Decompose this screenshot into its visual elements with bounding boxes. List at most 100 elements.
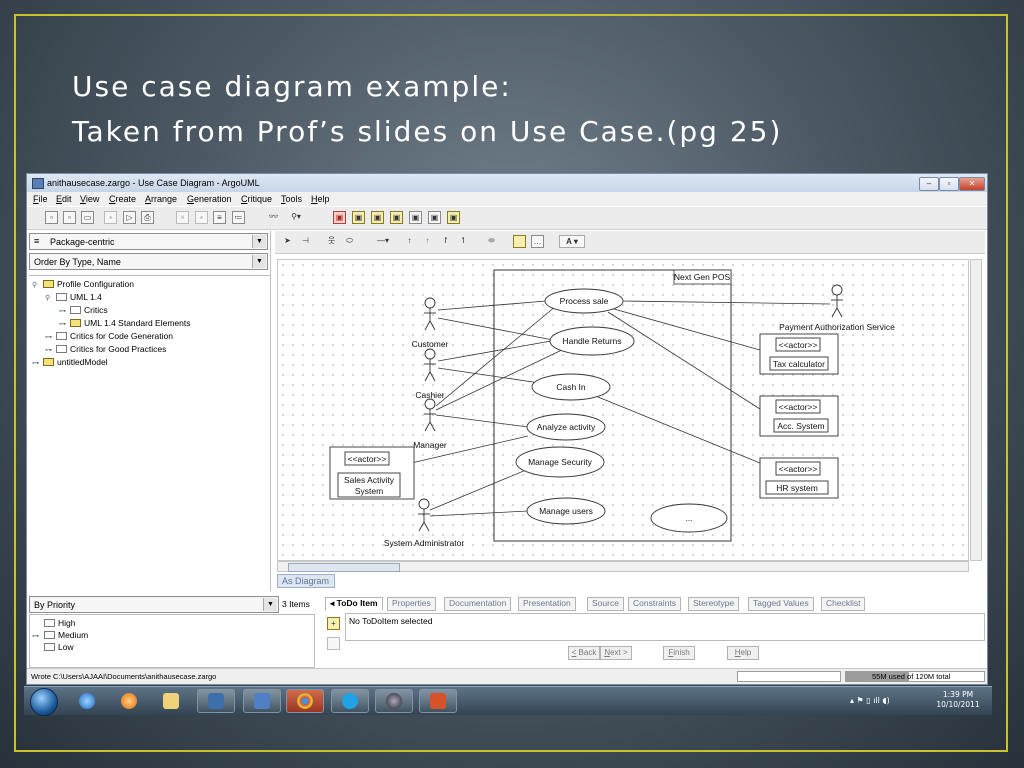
- association-tool-icon[interactable]: —▾: [369, 235, 397, 248]
- tab-stereotype[interactable]: Stereotype: [688, 597, 740, 611]
- back-button[interactable]: < Back: [568, 646, 600, 660]
- priority-medium[interactable]: Medium: [44, 630, 88, 640]
- tree-node-critics-good-practices[interactable]: Critics for Good Practices: [56, 344, 166, 354]
- usecase-tool-icon[interactable]: ⬭: [343, 235, 356, 248]
- trash-icon[interactable]: ▪: [195, 211, 208, 224]
- powerpoint-icon[interactable]: [419, 689, 457, 713]
- class-diagram-icon[interactable]: ▣: [333, 211, 346, 224]
- association-line[interactable]: [429, 510, 529, 517]
- vertical-scrollbar[interactable]: [970, 259, 982, 561]
- tab-todo-item[interactable]: ◂ ToDo Item: [325, 597, 383, 611]
- todo-sort-select[interactable]: By Priority ▼: [29, 596, 279, 613]
- tab-presentation[interactable]: Presentation: [518, 597, 576, 611]
- mail-icon[interactable]: [243, 689, 281, 713]
- layout-icon[interactable]: ≔: [232, 211, 245, 224]
- comment-tool-icon[interactable]: [513, 235, 526, 248]
- actor-cashier-figure[interactable]: [424, 348, 436, 382]
- tree-node-critics[interactable]: Critics: [70, 305, 108, 315]
- tree-node-untitled-model[interactable]: untitledModel: [43, 357, 108, 367]
- priority-high[interactable]: High: [44, 618, 75, 628]
- print-icon[interactable]: ⎙: [141, 211, 154, 224]
- actor-manager-figure[interactable]: [424, 398, 436, 432]
- menu-generation[interactable]: Generation: [187, 194, 232, 204]
- finish-button[interactable]: Finish: [663, 646, 695, 660]
- tab-constraints[interactable]: Constraints: [628, 597, 681, 611]
- actor-customer-figure[interactable]: [424, 297, 436, 331]
- menu-view[interactable]: View: [80, 194, 99, 204]
- delete-icon[interactable]: ×: [176, 211, 189, 224]
- chevron-down-icon[interactable]: ▼: [252, 235, 266, 248]
- new-project-icon[interactable]: ▫: [45, 211, 58, 224]
- state-diagram-icon[interactable]: ▣: [371, 211, 384, 224]
- next-button[interactable]: Next >: [600, 646, 632, 660]
- maximize-button[interactable]: ▫: [939, 177, 959, 191]
- dotted-line-icon[interactable]: …: [531, 235, 544, 248]
- extend-tool-icon[interactable]: ↾: [439, 235, 452, 248]
- minimize-button[interactable]: –: [919, 177, 939, 191]
- menu-help[interactable]: Help: [311, 194, 330, 204]
- save-as-icon[interactable]: ▷: [123, 211, 136, 224]
- perspective-select[interactable]: Package-centric ≡ ▼: [29, 233, 268, 250]
- menu-file[interactable]: File: [33, 194, 48, 204]
- diagram-canvas[interactable]: Next Gen POS Process sale Handle Returns…: [277, 259, 969, 561]
- association-line[interactable]: [429, 469, 527, 511]
- skype-icon[interactable]: [331, 689, 369, 713]
- include-tool-icon[interactable]: ↿: [457, 235, 470, 248]
- menu-tools[interactable]: Tools: [281, 194, 302, 204]
- tree-node-uml-standard-elements[interactable]: UML 1.4 Standard Elements: [70, 318, 190, 328]
- new-todo-icon[interactable]: +: [327, 617, 340, 630]
- association-line[interactable]: [597, 396, 761, 464]
- association-line[interactable]: [437, 300, 547, 311]
- association-line[interactable]: [435, 414, 537, 429]
- new-from-template-icon[interactable]: ▫: [63, 211, 76, 224]
- menu-create[interactable]: Create: [109, 194, 136, 204]
- media-player-icon[interactable]: [110, 689, 148, 713]
- scrollbar-thumb[interactable]: [288, 563, 400, 572]
- start-button[interactable]: [30, 688, 58, 716]
- system-boundary[interactable]: [493, 269, 732, 542]
- collaboration-diagram-icon[interactable]: ▣: [409, 211, 422, 224]
- order-select[interactable]: Order By Type, Name ▼: [29, 253, 268, 270]
- menu-edit[interactable]: Edit: [56, 194, 72, 204]
- association-line[interactable]: [437, 317, 554, 341]
- zoom-icon[interactable]: ⚲▾: [285, 211, 307, 224]
- ellipse-shape-icon[interactable]: ⬬: [485, 235, 498, 248]
- menu-critique[interactable]: Critique: [241, 194, 272, 204]
- help-button[interactable]: Help: [727, 646, 759, 660]
- dependency-tool-icon[interactable]: ↑: [403, 235, 416, 248]
- folder-icon[interactable]: [152, 689, 190, 713]
- chrome-icon[interactable]: [286, 689, 324, 713]
- tab-properties[interactable]: Properties: [387, 597, 436, 611]
- generalization-tool-icon[interactable]: ↑: [421, 235, 434, 248]
- deployment-diagram-icon[interactable]: ▣: [428, 211, 441, 224]
- expand-icon[interactable]: ⊶: [59, 307, 66, 315]
- tab-checklist[interactable]: Checklist: [821, 597, 866, 611]
- tab-documentation[interactable]: Documentation: [444, 597, 512, 611]
- activity-diagram-icon[interactable]: ▣: [390, 211, 403, 224]
- open-icon[interactable]: ▭: [81, 211, 94, 224]
- ie-icon[interactable]: [68, 689, 106, 713]
- horizontal-scrollbar[interactable]: [277, 561, 969, 572]
- usecase-diagram-icon[interactable]: ▣: [352, 211, 365, 224]
- actor-tool-icon[interactable]: 웃: [325, 235, 338, 248]
- tab-source[interactable]: Source: [587, 597, 624, 611]
- tab-tagged-values[interactable]: Tagged Values: [748, 597, 814, 611]
- close-button[interactable]: ✕: [959, 177, 985, 191]
- clock[interactable]: 1:39 PM 10/10/2011: [930, 690, 986, 710]
- tree-node-critics-code-generation[interactable]: Critics for Code Generation: [56, 331, 173, 341]
- expand-icon[interactable]: ⊶: [32, 359, 39, 367]
- expand-icon[interactable]: ⊶: [32, 632, 39, 640]
- chevron-down-icon[interactable]: ▼: [263, 598, 277, 611]
- resolve-todo-icon[interactable]: [327, 637, 340, 650]
- expand-icon[interactable]: ⊶: [59, 320, 66, 328]
- monitor-icon[interactable]: [197, 689, 235, 713]
- menu-arrange[interactable]: Arrange: [145, 194, 177, 204]
- expand-icon[interactable]: ⚲: [45, 294, 50, 302]
- tray-icons[interactable]: ▴ ⚑ ▯ ıll ◖): [850, 696, 890, 705]
- camera-icon[interactable]: [375, 689, 413, 713]
- chevron-down-icon[interactable]: ▼: [252, 255, 266, 268]
- expand-icon[interactable]: ⊶: [45, 333, 52, 341]
- broom-icon[interactable]: ⊣: [299, 235, 312, 248]
- tree-node-profile-configuration[interactable]: Profile Configuration: [43, 279, 134, 289]
- expand-icon[interactable]: ⚲: [32, 281, 37, 289]
